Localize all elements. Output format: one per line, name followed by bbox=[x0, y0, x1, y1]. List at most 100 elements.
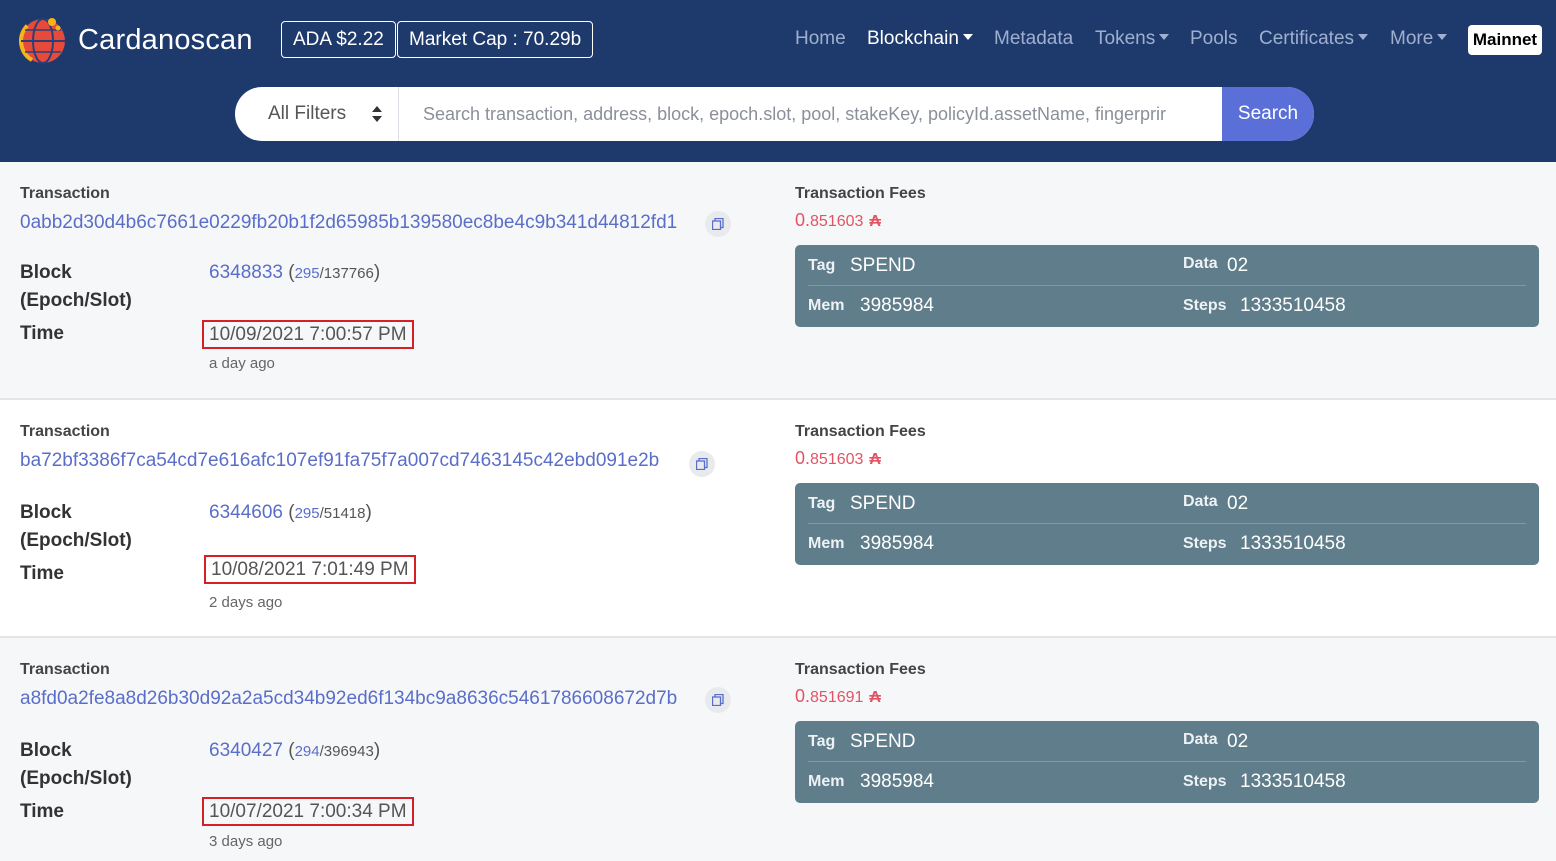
epoch-link[interactable]: 295 bbox=[295, 505, 320, 522]
updown-caret-icon bbox=[372, 106, 382, 122]
steps-value: 1333510458 bbox=[1240, 771, 1346, 792]
data-label: Data bbox=[1183, 493, 1218, 510]
block-info: 6340427 (294/396943) bbox=[209, 740, 381, 761]
time-label: Time bbox=[20, 323, 65, 344]
redeemer-panel: Tag SPEND Data 02 Mem 3985984 Steps 1333… bbox=[795, 483, 1539, 565]
nav-certificates-label: Certificates bbox=[1259, 28, 1355, 49]
brand-name[interactable]: Cardanoscan bbox=[78, 24, 253, 57]
block-info: 6344606 (295/51418) bbox=[209, 502, 372, 523]
divider bbox=[808, 285, 1526, 286]
nav-more-label: More bbox=[1390, 28, 1434, 49]
transaction-label: Transaction bbox=[20, 661, 110, 678]
transaction-fee: 0.851603 ₳ bbox=[795, 210, 881, 231]
chevron-down-icon bbox=[962, 33, 973, 40]
ada-currency-icon: ₳ bbox=[869, 689, 881, 706]
epoch-link[interactable]: 294 bbox=[295, 743, 320, 760]
block-number-link[interactable]: 6340427 bbox=[209, 740, 283, 761]
fee-integer: 0. bbox=[795, 686, 811, 706]
redeemer-panel: Tag SPEND Data 02 Mem 3985984 Steps 1333… bbox=[795, 721, 1539, 803]
data-value: 02 bbox=[1227, 493, 1249, 514]
block-number-link[interactable]: 6344606 bbox=[209, 502, 283, 523]
epoch-slot-label: (Epoch/Slot) bbox=[20, 290, 132, 311]
chevron-down-icon bbox=[1159, 33, 1170, 40]
data-value: 02 bbox=[1227, 731, 1249, 752]
redeemer-panel: Tag SPEND Data 02 Mem 3985984 Steps 1333… bbox=[795, 245, 1539, 327]
steps-label: Steps bbox=[1183, 297, 1227, 314]
nav-tokens-label: Tokens bbox=[1095, 28, 1156, 49]
transaction-row: Transaction a8fd0a2fe8a8d26b30d92a2a5cd3… bbox=[0, 636, 1556, 861]
chevron-down-icon bbox=[1358, 33, 1369, 40]
slot-value: 51418 bbox=[323, 505, 366, 522]
nav-tokens[interactable]: Tokens bbox=[1095, 28, 1170, 50]
data-label: Data bbox=[1183, 255, 1218, 272]
nav-blockchain[interactable]: Blockchain bbox=[867, 28, 973, 50]
block-info: 6348833 (295/137766) bbox=[209, 262, 381, 283]
search-input[interactable] bbox=[407, 87, 1217, 141]
tag-value: SPEND bbox=[850, 493, 916, 514]
nav-metadata-label: Metadata bbox=[994, 28, 1074, 49]
fee-decimals: 851603 bbox=[810, 451, 864, 468]
data-label: Data bbox=[1183, 731, 1218, 748]
block-label: Block bbox=[20, 502, 72, 523]
fee-decimals: 851691 bbox=[810, 689, 864, 706]
transaction-fee: 0.851691 ₳ bbox=[795, 686, 881, 707]
cardanoscan-logo[interactable] bbox=[16, 12, 70, 66]
mem-label: Mem bbox=[808, 535, 845, 552]
mem-label: Mem bbox=[808, 297, 845, 314]
nav-blockchain-label: Blockchain bbox=[867, 28, 959, 49]
steps-value: 1333510458 bbox=[1240, 295, 1346, 316]
steps-label: Steps bbox=[1183, 535, 1227, 552]
nav-home[interactable]: Home bbox=[795, 28, 846, 50]
time-ago: a day ago bbox=[209, 355, 275, 372]
epoch-slot-label: (Epoch/Slot) bbox=[20, 768, 132, 789]
epoch-slot-label: (Epoch/Slot) bbox=[20, 530, 132, 551]
ada-price-badge: ADA $2.22 bbox=[281, 21, 396, 58]
transaction-time: 10/09/2021 7:00:57 PM bbox=[202, 320, 414, 349]
mem-label: Mem bbox=[808, 773, 845, 790]
nav-pools[interactable]: Pools bbox=[1190, 28, 1238, 50]
transaction-label: Transaction bbox=[20, 423, 110, 440]
tag-value: SPEND bbox=[850, 255, 916, 276]
copy-icon bbox=[712, 694, 724, 706]
time-label: Time bbox=[20, 563, 65, 584]
tag-value: SPEND bbox=[850, 731, 916, 752]
nav-metadata[interactable]: Metadata bbox=[994, 28, 1073, 50]
divider bbox=[808, 523, 1526, 524]
transaction-row: Transaction 0abb2d30d4b6c7661e0229fb20b1… bbox=[0, 162, 1556, 400]
nav-home-label: Home bbox=[795, 28, 846, 49]
search-filter-select[interactable]: All Filters bbox=[235, 87, 399, 141]
transaction-label: Transaction bbox=[20, 185, 110, 202]
fee-decimals: 851603 bbox=[810, 213, 864, 230]
epoch-link[interactable]: 295 bbox=[295, 265, 320, 282]
block-number-link[interactable]: 6348833 bbox=[209, 262, 283, 283]
chevron-down-icon bbox=[1437, 33, 1448, 40]
transaction-time: 10/08/2021 7:01:49 PM bbox=[204, 555, 416, 584]
transaction-row: Transaction ba72bf3386f7ca54cd7e616afc10… bbox=[0, 398, 1556, 636]
network-selector[interactable]: Mainnet bbox=[1468, 25, 1542, 55]
mem-value: 3985984 bbox=[860, 295, 934, 316]
data-value: 02 bbox=[1227, 255, 1249, 276]
search-button[interactable]: Search bbox=[1222, 87, 1314, 141]
nav-pools-label: Pools bbox=[1190, 28, 1238, 49]
time-label: Time bbox=[20, 801, 65, 822]
transaction-hash-link[interactable]: a8fd0a2fe8a8d26b30d92a2a5cd34b92ed6f134b… bbox=[20, 688, 677, 710]
top-header: Cardanoscan ADA $2.22 Market Cap : 70.29… bbox=[0, 0, 1556, 162]
copy-button[interactable] bbox=[705, 687, 731, 713]
fee-integer: 0. bbox=[795, 210, 811, 230]
transaction-time: 10/07/2021 7:00:34 PM bbox=[202, 797, 414, 826]
mem-value: 3985984 bbox=[860, 771, 934, 792]
tag-label: Tag bbox=[808, 495, 836, 512]
search-bar: All Filters Search bbox=[235, 87, 1314, 141]
nav-more[interactable]: More bbox=[1390, 28, 1448, 50]
market-cap-badge: Market Cap : 70.29b bbox=[397, 21, 594, 58]
transaction-hash-link[interactable]: ba72bf3386f7ca54cd7e616afc107ef91fa75f7a… bbox=[20, 450, 659, 472]
steps-value: 1333510458 bbox=[1240, 533, 1346, 554]
tag-label: Tag bbox=[808, 257, 836, 274]
nav-certificates[interactable]: Certificates bbox=[1259, 28, 1369, 50]
transaction-hash-link[interactable]: 0abb2d30d4b6c7661e0229fb20b1f2d65985b139… bbox=[20, 212, 677, 234]
copy-button[interactable] bbox=[705, 211, 731, 237]
steps-label: Steps bbox=[1183, 773, 1227, 790]
mem-value: 3985984 bbox=[860, 533, 934, 554]
time-ago: 3 days ago bbox=[209, 833, 283, 850]
copy-button[interactable] bbox=[689, 451, 715, 477]
